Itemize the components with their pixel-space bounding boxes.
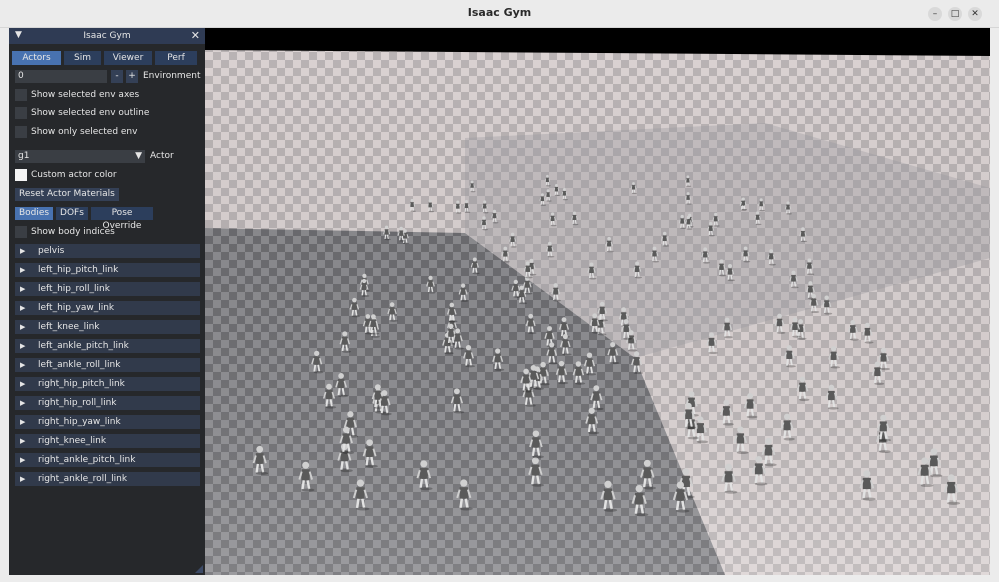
- simulation-viewport[interactable]: [205, 28, 990, 575]
- triangle-right-icon[interactable]: ▶: [20, 377, 25, 391]
- maximize-icon[interactable]: □: [948, 7, 962, 21]
- environment-decrement-button[interactable]: -: [111, 70, 123, 83]
- show-body-indices-label: Show body indices: [31, 227, 115, 237]
- tree-node-label: pelvis: [38, 246, 65, 256]
- tree-node-left-hip-yaw-link[interactable]: ▶ left_hip_yaw_link: [15, 301, 200, 315]
- tree-node-right-ankle-pitch-link[interactable]: ▶ right_ankle_pitch_link: [15, 453, 200, 467]
- tree-node-right-knee-link[interactable]: ▶ right_knee_link: [15, 434, 200, 448]
- tab-perf[interactable]: Perf: [155, 51, 197, 65]
- tree-node-label: right_hip_yaw_link: [38, 417, 121, 427]
- tree-node-label: right_ankle_pitch_link: [38, 455, 136, 465]
- actor-select[interactable]: g1 ▼: [15, 150, 145, 163]
- tree-node-right-hip-roll-link[interactable]: ▶ right_hip_roll_link: [15, 396, 200, 410]
- tree-node-label: right_knee_link: [38, 436, 107, 446]
- tree-node-left-hip-pitch-link[interactable]: ▶ left_hip_pitch_link: [15, 263, 200, 277]
- show-only-env-checkbox[interactable]: [15, 126, 27, 138]
- tree-node-label: left_hip_yaw_link: [38, 303, 115, 313]
- triangle-right-icon[interactable]: ▶: [20, 301, 25, 315]
- environment-increment-button[interactable]: +: [126, 70, 138, 83]
- tab-dofs[interactable]: DOFs: [56, 207, 88, 220]
- tab-bodies[interactable]: Bodies: [15, 207, 53, 220]
- tree-node-right-hip-yaw-link[interactable]: ▶ right_hip_yaw_link: [15, 415, 200, 429]
- tab-actors[interactable]: Actors: [12, 51, 61, 65]
- actor-label: Actor: [150, 151, 174, 161]
- show-env-outline-label: Show selected env outline: [31, 108, 150, 118]
- tree-node-label: left_ankle_pitch_link: [38, 341, 129, 351]
- triangle-right-icon[interactable]: ▶: [20, 320, 25, 334]
- show-env-outline-checkbox[interactable]: [15, 107, 27, 119]
- window-title: Isaac Gym: [467, 6, 532, 19]
- triangle-right-icon[interactable]: ▶: [20, 396, 25, 410]
- tree-node-label: left_hip_pitch_link: [38, 265, 119, 275]
- triangle-right-icon[interactable]: ▶: [20, 339, 25, 353]
- triangle-right-icon[interactable]: ▶: [20, 415, 25, 429]
- show-body-indices-checkbox[interactable]: [15, 226, 27, 238]
- show-env-axes-label: Show selected env axes: [31, 90, 140, 100]
- triangle-right-icon[interactable]: ▶: [20, 453, 25, 467]
- triangle-down-icon[interactable]: ▼: [135, 150, 142, 163]
- environment-input[interactable]: 0: [15, 70, 107, 83]
- triangle-right-icon[interactable]: ▶: [20, 263, 25, 277]
- triangle-right-icon[interactable]: ▶: [20, 434, 25, 448]
- tree-node-label: left_hip_roll_link: [38, 284, 110, 294]
- tree-node-pelvis[interactable]: ▶ pelvis: [15, 244, 200, 258]
- window-titlebar: Isaac Gym – □ ✕: [0, 0, 999, 28]
- render-window: ▼ Isaac Gym ✕ Actors Sim Viewer Perf 0 -…: [9, 28, 990, 575]
- tree-node-label: left_ankle_roll_link: [38, 360, 121, 370]
- triangle-right-icon[interactable]: ▶: [20, 472, 25, 486]
- tree-node-left-ankle-pitch-link[interactable]: ▶ left_ankle_pitch_link: [15, 339, 200, 353]
- tree-node-right-ankle-roll-link[interactable]: ▶ right_ankle_roll_link: [15, 472, 200, 486]
- panel-title: Isaac Gym: [83, 31, 131, 41]
- custom-actor-color-label: Custom actor color: [31, 170, 117, 180]
- tree-node-label: left_knee_link: [38, 322, 100, 332]
- triangle-right-icon[interactable]: ▶: [20, 244, 25, 258]
- custom-actor-color-checkbox[interactable]: [15, 169, 27, 181]
- reset-actor-materials-button[interactable]: Reset Actor Materials: [15, 188, 119, 201]
- resize-grip-icon[interactable]: [195, 565, 203, 573]
- show-env-axes-checkbox[interactable]: [15, 89, 27, 101]
- tab-pose-override[interactable]: Pose Override: [91, 207, 153, 231]
- isaac-gym-panel: ▼ Isaac Gym ✕ Actors Sim Viewer Perf 0 -…: [9, 28, 205, 575]
- tree-node-left-knee-link[interactable]: ▶ left_knee_link: [15, 320, 200, 334]
- show-only-env-label: Show only selected env: [31, 127, 138, 137]
- tree-node-right-hip-pitch-link[interactable]: ▶ right_hip_pitch_link: [15, 377, 200, 391]
- tab-viewer[interactable]: Viewer: [104, 51, 152, 65]
- actor-select-value: g1: [18, 151, 30, 161]
- tab-sim[interactable]: Sim: [64, 51, 101, 65]
- panel-close-icon[interactable]: ✕: [191, 29, 200, 42]
- tree-node-label: right_hip_pitch_link: [38, 379, 125, 389]
- ground-plane: [205, 50, 990, 575]
- tree-node-left-ankle-roll-link[interactable]: ▶ left_ankle_roll_link: [15, 358, 200, 372]
- triangle-right-icon[interactable]: ▶: [20, 358, 25, 372]
- minimize-icon[interactable]: –: [928, 7, 942, 21]
- panel-header[interactable]: ▼ Isaac Gym ✕: [9, 28, 205, 44]
- tree-node-label: right_ankle_roll_link: [38, 474, 128, 484]
- triangle-right-icon[interactable]: ▶: [20, 282, 25, 296]
- tree-node-left-hip-roll-link[interactable]: ▶ left_hip_roll_link: [15, 282, 200, 296]
- environment-label: Environment: [143, 71, 201, 81]
- tree-node-label: right_hip_roll_link: [38, 398, 117, 408]
- close-icon[interactable]: ✕: [968, 7, 982, 21]
